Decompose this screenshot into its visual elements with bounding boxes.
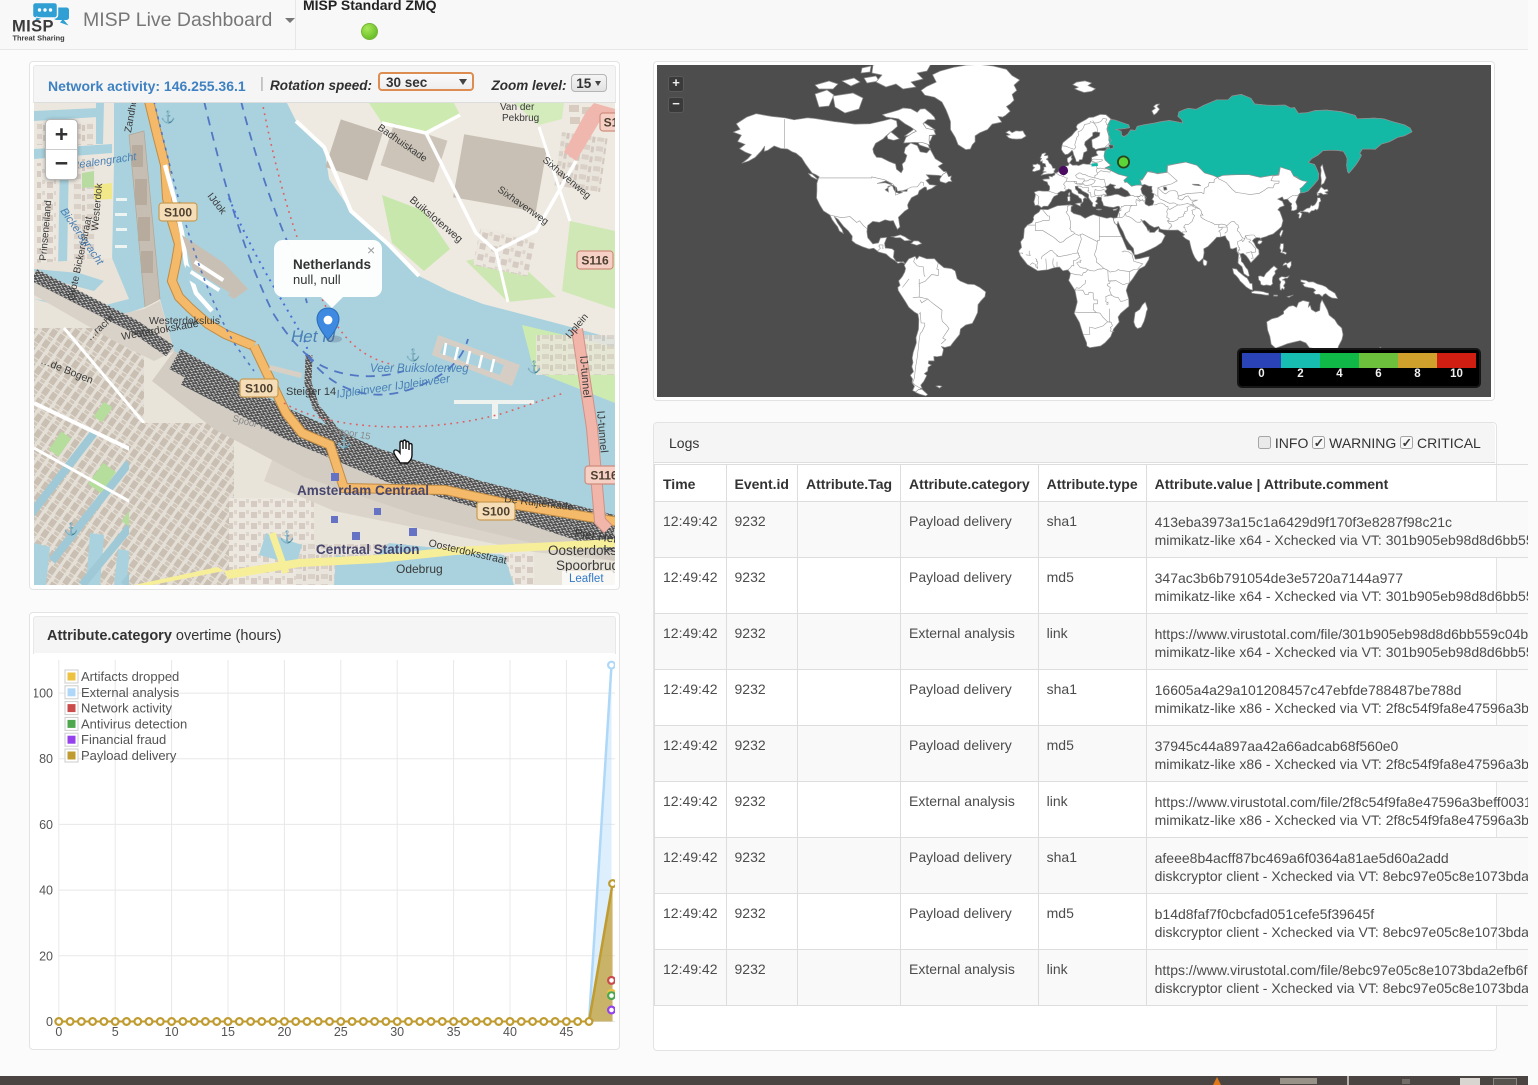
- svg-text:Leaflet: Leaflet: [569, 573, 604, 585]
- svg-text:20: 20: [277, 1025, 291, 1039]
- svg-text:30: 30: [390, 1025, 404, 1039]
- svg-text:Centraal Station: Centraal Station: [316, 542, 420, 557]
- svg-text:Artifacts dropped: Artifacts dropped: [81, 669, 179, 684]
- svg-text:20: 20: [39, 949, 53, 963]
- svg-text:25: 25: [334, 1025, 348, 1039]
- svg-text:80: 80: [39, 752, 53, 766]
- svg-text:S116: S116: [581, 254, 609, 268]
- svg-text:Antivirus detection: Antivirus detection: [81, 716, 187, 731]
- svg-text:Payload delivery: Payload delivery: [81, 748, 177, 763]
- svg-text:Threat Sharing: Threat Sharing: [13, 34, 66, 43]
- svg-text:Spoorbrug: Spoorbrug: [556, 558, 615, 573]
- svg-text:10: 10: [165, 1025, 179, 1039]
- svg-text:Odebrug: Odebrug: [396, 562, 443, 576]
- svg-text:×: ×: [367, 242, 375, 258]
- svg-text:S116: S116: [590, 469, 615, 483]
- svg-text:0: 0: [55, 1025, 62, 1039]
- svg-text:60: 60: [39, 818, 53, 832]
- svg-text:100: 100: [34, 687, 53, 701]
- svg-text:S100: S100: [482, 505, 510, 519]
- svg-text:Network activity: Network activity: [81, 701, 173, 716]
- svg-text:Veer Buiksloterweg: Veer Buiksloterweg: [370, 363, 469, 375]
- svg-text:Netherlands: Netherlands: [293, 257, 371, 272]
- svg-text:⚓: ⚓: [527, 360, 542, 374]
- svg-text:S11: S11: [604, 116, 615, 130]
- svg-text:35: 35: [447, 1025, 461, 1039]
- svg-text:40: 40: [39, 884, 53, 898]
- svg-text:null, null: null, null: [293, 272, 341, 287]
- svg-text:5: 5: [112, 1025, 119, 1039]
- svg-text:Oosterdokse: Oosterdokse: [548, 543, 615, 558]
- svg-text:Van der: Van der: [500, 103, 535, 113]
- svg-text:⚓: ⚓: [161, 110, 176, 124]
- svg-text:Steiger 14: Steiger 14: [286, 386, 336, 398]
- svg-text:⚓: ⚓: [406, 348, 421, 362]
- svg-text:15: 15: [221, 1025, 235, 1039]
- svg-text:Amsterdam Centraal: Amsterdam Centraal: [297, 483, 429, 498]
- svg-text:S100: S100: [245, 382, 273, 396]
- svg-text:⚓: ⚓: [280, 530, 295, 544]
- svg-text:40: 40: [503, 1025, 517, 1039]
- svg-text:External analysis: External analysis: [81, 685, 180, 700]
- svg-text:Pekbrug: Pekbrug: [502, 113, 539, 124]
- svg-text:⚓: ⚓: [64, 522, 79, 536]
- svg-text:0: 0: [46, 1015, 53, 1029]
- svg-text:S100: S100: [164, 206, 192, 220]
- svg-text:45: 45: [559, 1025, 573, 1039]
- svg-text:Financial fraud: Financial fraud: [81, 732, 166, 747]
